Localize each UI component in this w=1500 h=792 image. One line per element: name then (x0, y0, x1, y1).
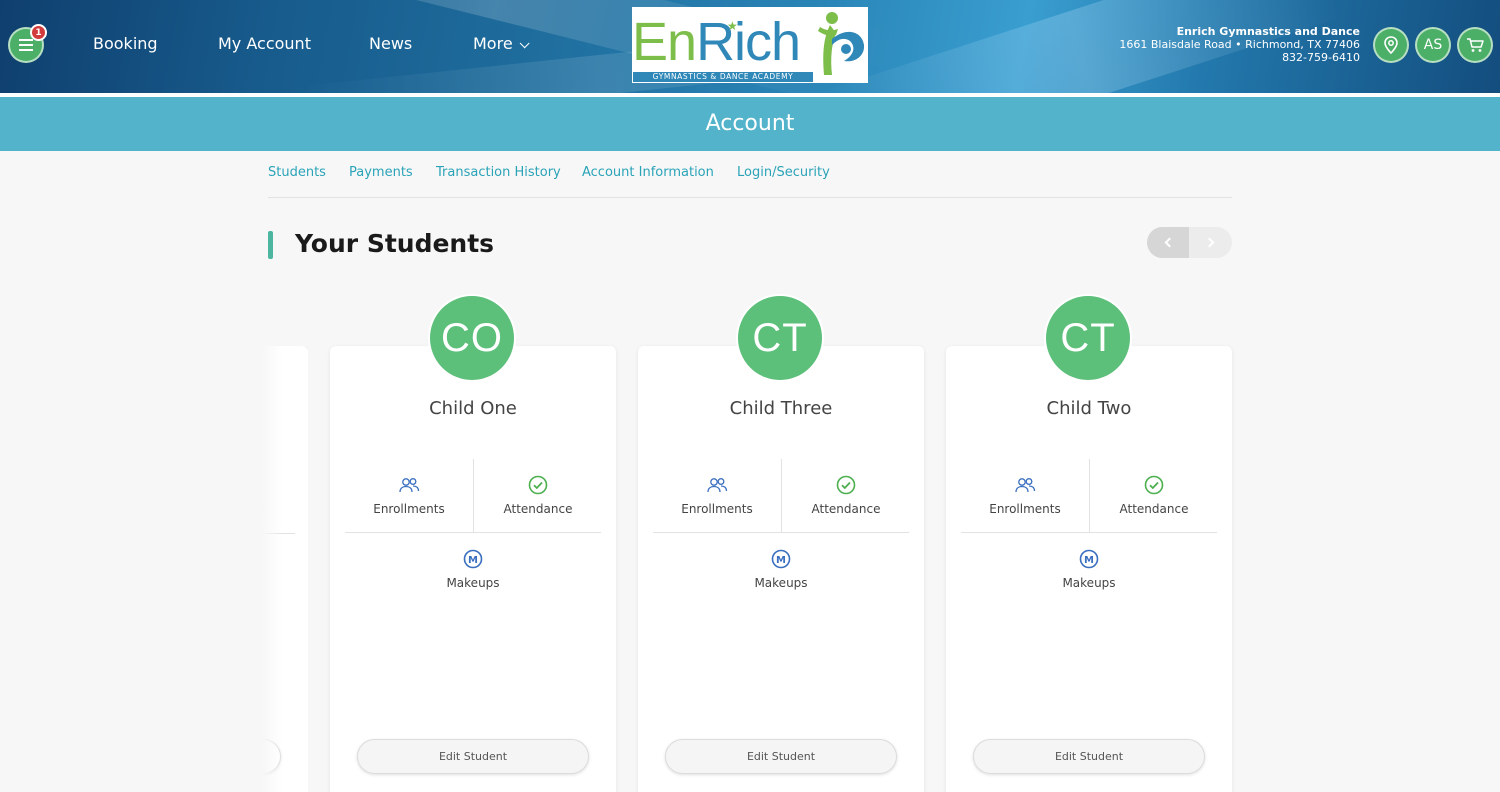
nav-booking[interactable]: Booking (93, 34, 158, 53)
enrollments-label: Enrollments (989, 502, 1061, 516)
student-name: Child Three (729, 398, 833, 419)
business-info: Enrich Gymnastics and Dance 1661 Blaisda… (1119, 25, 1360, 64)
chevron-right-icon (1204, 237, 1214, 248)
makeups-icon: M (463, 549, 483, 569)
attendance-link[interactable]: Attendance (1090, 472, 1218, 516)
svg-text:M: M (1084, 555, 1094, 566)
users-icon (707, 478, 728, 493)
subnav-transaction-history[interactable]: Transaction History (436, 165, 561, 180)
edit-student-button[interactable]: Edit Student (665, 739, 897, 774)
cart-icon (1467, 38, 1484, 52)
student-initials: CT (1060, 315, 1116, 360)
nav-more[interactable]: More (473, 34, 530, 53)
subnav-divider (268, 197, 1232, 198)
hamburger-icon (19, 39, 33, 51)
subnav-payments[interactable]: Payments (349, 165, 413, 180)
enrollments-link[interactable]: Enrollments (653, 472, 781, 516)
student-avatar: CT (736, 294, 824, 382)
edit-student-button[interactable]: Edit Student (357, 739, 589, 774)
business-name: Enrich Gymnastics and Dance (1176, 25, 1360, 38)
nav-more-label: More (473, 34, 513, 53)
notification-badge: 1 (30, 24, 47, 41)
attendance-link[interactable]: Attendance (782, 472, 910, 516)
makeups-label: Makeups (1062, 576, 1116, 590)
svg-text:M: M (776, 555, 786, 566)
enrollments-label: Enrollments (681, 502, 753, 516)
edit-student-button[interactable]: Edit Student (973, 739, 1205, 774)
logo-figure-icon (818, 12, 865, 75)
makeups-icon: M (771, 549, 791, 569)
logo-tagline: GYMNASTICS & DANCE ACADEMY (633, 72, 813, 82)
logo-star-icon: ★ (727, 19, 738, 33)
student-avatar: CT (1044, 294, 1132, 382)
check-circle-icon (836, 475, 856, 495)
users-icon (399, 478, 420, 493)
makeups-link[interactable]: M Makeups (1025, 546, 1153, 590)
makeups-link[interactable]: M Makeups (409, 546, 537, 590)
enrollments-link[interactable]: Enrollments (961, 472, 1089, 516)
attendance-link[interactable]: Attendance (474, 472, 602, 516)
section-title: Your Students (295, 229, 495, 258)
section-accent-bar (268, 231, 273, 259)
chevron-left-icon (1164, 237, 1175, 248)
nav-news[interactable]: News (369, 34, 412, 53)
check-circle-icon (528, 475, 548, 495)
page-banner: Account (0, 97, 1500, 151)
subnav-login-security[interactable]: Login/Security (737, 165, 830, 180)
check-circle-icon (1144, 475, 1164, 495)
makeups-label: Makeups (754, 576, 808, 590)
student-avatar: CO (428, 294, 516, 382)
cart-button[interactable] (1457, 27, 1493, 63)
makeups-label: Makeups (446, 576, 500, 590)
user-avatar-button[interactable]: AS (1415, 27, 1451, 63)
location-button[interactable] (1373, 27, 1409, 63)
carousel-prev-button[interactable] (1147, 227, 1189, 258)
page-title: Account (705, 111, 795, 136)
users-icon (1015, 478, 1036, 493)
student-card-partial: e (262, 346, 308, 792)
student-card: Child One Enrollments Attendance M Makeu… (330, 346, 616, 792)
student-initials: CT (752, 315, 808, 360)
logo-text-rich: Rich (696, 12, 801, 72)
logo-text-en: En (632, 12, 697, 72)
user-initials: AS (1423, 37, 1443, 53)
subnav-account-information[interactable]: Account Information (582, 165, 714, 180)
site-logo[interactable]: EnRich ★ GYMNASTICS & DANCE ACADEMY (632, 7, 868, 83)
map-pin-icon (1384, 36, 1398, 54)
attendance-label: Attendance (1119, 502, 1189, 516)
svg-text:M: M (468, 555, 478, 566)
carousel-next-button[interactable] (1189, 227, 1232, 258)
enrollments-label: Enrollments (373, 502, 445, 516)
nav-my-account[interactable]: My Account (218, 34, 311, 53)
attendance-label: Attendance (503, 502, 573, 516)
makeups-icon: M (1079, 549, 1099, 569)
makeups-link[interactable]: M Makeups (717, 546, 845, 590)
student-name: Child Two (1046, 398, 1132, 419)
business-phone[interactable]: 832-759-6410 (1119, 51, 1360, 64)
enrollments-link[interactable]: Enrollments (345, 472, 473, 516)
student-initials: CO (441, 315, 503, 360)
carousel-pager (1147, 227, 1232, 258)
student-card: Child Three Enrollments Attendance M Mak… (638, 346, 924, 792)
business-address: 1661 Blaisdale Road • Richmond, TX 77406 (1119, 38, 1360, 51)
student-card: Child Two Enrollments Attendance M Makeu… (946, 346, 1232, 792)
subnav-students[interactable]: Students (268, 165, 326, 180)
attendance-label: Attendance (811, 502, 881, 516)
student-name: Child One (429, 398, 517, 419)
